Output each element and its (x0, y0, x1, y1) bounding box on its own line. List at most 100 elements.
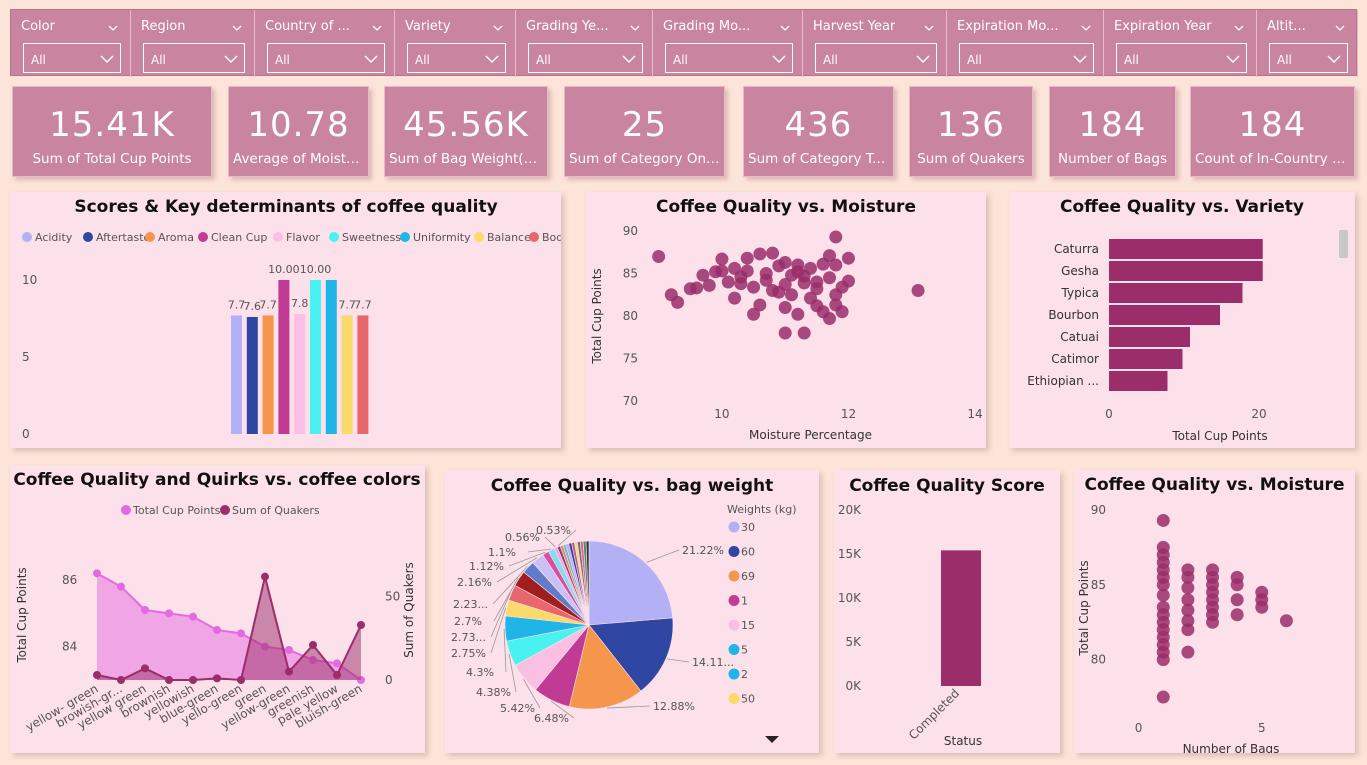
y-tick-label: 85 (1091, 578, 1106, 592)
data-label: 10.00 (268, 263, 300, 276)
data-point (1230, 578, 1244, 592)
variety-chart: Coffee Quality vs. Variety Caturra Gesha Ty… (1027, 197, 1348, 443)
filter-dropdown[interactable]: All (407, 43, 506, 73)
filter-value: All (967, 53, 982, 67)
chart-title: Scores & Key determinants of coffee qual… (74, 197, 497, 217)
slice-label: 2.7% (454, 615, 482, 628)
legend-marker (728, 595, 740, 606)
filter-title: Color (21, 19, 55, 34)
data-label: 7.7 (259, 298, 277, 311)
filter-dropdown[interactable]: All (1116, 43, 1247, 73)
filter-dropdown[interactable]: All (23, 43, 121, 73)
chevron-down-icon[interactable] (629, 19, 641, 31)
kpi-value: 25 (621, 105, 668, 145)
chevron-down-icon[interactable] (492, 19, 504, 31)
data-point (835, 305, 849, 319)
data-point (309, 641, 317, 649)
leader-line (607, 705, 651, 709)
x-tick-label: 5 (1258, 721, 1266, 735)
data-point (690, 281, 704, 295)
data-point (747, 280, 761, 294)
legend-label: Sweetness (342, 231, 401, 244)
legend-label: 50 (741, 693, 755, 706)
chevron-down-icon[interactable] (1334, 19, 1346, 31)
kpi-card: 15.41K Sum of Total Cup Points (12, 86, 212, 177)
y2-tick-label: 50 (385, 590, 400, 604)
kpi-value: 184 (1078, 105, 1147, 145)
data-point (778, 301, 792, 314)
y-tick-label: 0 (22, 427, 30, 441)
filter-dropdown[interactable]: All (528, 43, 643, 73)
legend-marker (474, 232, 484, 242)
data-point (911, 284, 925, 297)
data-point (237, 629, 245, 638)
kpi-label: Sum of Category Tw... (748, 151, 889, 167)
legend-label: Flavor (286, 231, 320, 244)
bar (941, 550, 981, 686)
filter-title: Region (141, 19, 186, 34)
data-point (797, 326, 811, 340)
legend-marker (145, 232, 155, 242)
leader-line (527, 548, 551, 553)
kpi-label: Average of Moistur... (233, 151, 364, 167)
legend-marker (728, 619, 740, 631)
chevron-down-icon[interactable] (1080, 19, 1092, 31)
category-label: Bourbon (1048, 308, 1099, 322)
slice-label: 2.73... (451, 631, 486, 644)
filter-dropdown[interactable]: All (815, 43, 937, 73)
quality-score-panel: Coffee Quality Score 0K 5K 10K 15K 20K Complet… (834, 470, 1060, 753)
legend-label: Balance (487, 231, 531, 244)
filter-dropdown[interactable]: All (143, 43, 245, 73)
legend-marker (728, 546, 740, 557)
scrollbar-thumb (1339, 230, 1348, 258)
data-point (728, 291, 742, 305)
y-tick-label: 5 (22, 350, 30, 364)
chevron-down-icon[interactable] (107, 19, 119, 31)
data-point (213, 626, 221, 634)
legend-marker (273, 232, 283, 242)
bar (1109, 239, 1263, 259)
slice-label: 4.38% (476, 686, 511, 699)
data-point (810, 275, 824, 289)
y-tick-label: 5K (845, 635, 862, 649)
filter-dropdown[interactable]: All (959, 43, 1094, 73)
y-tick-label: 10 (22, 273, 37, 287)
filter-slicer: Variety All (395, 10, 516, 77)
kpi-label: Number of Bags (1058, 151, 1167, 167)
legend-marker (400, 232, 410, 242)
data-point (1181, 581, 1195, 595)
chevron-down-icon[interactable] (371, 19, 383, 31)
more-arrow-icon (765, 736, 779, 743)
bar (278, 280, 290, 434)
bar (341, 315, 353, 434)
chevron-down-icon[interactable] (231, 19, 243, 31)
data-point (1230, 608, 1244, 622)
x-tick-label: 10 (714, 407, 729, 421)
chart-title: Coffee Quality and Quirks vs. coffee col… (13, 470, 420, 490)
filter-dropdown[interactable]: All (665, 43, 793, 73)
y-tick-label: 15K (838, 547, 862, 561)
filter-dropdown[interactable]: All (267, 43, 385, 73)
category-label: Typica (1061, 286, 1099, 300)
kpi-label: Sum of Bag Weight(kg) (389, 151, 543, 167)
leader-line (490, 607, 507, 654)
bar (1109, 349, 1183, 369)
category-label: Gesha (1061, 264, 1099, 278)
slice-label: 2.23... (453, 598, 488, 611)
y-tick-label: 10K (838, 591, 862, 605)
x-tick-label: 0 (1105, 407, 1113, 421)
y-tick-label: 86 (62, 573, 77, 587)
data-point (753, 247, 767, 261)
colors-area-chart: Coffee Quality and Quirks vs. coffee col… (13, 470, 420, 734)
category-label: Caturra (1054, 242, 1099, 256)
data-point (766, 246, 780, 260)
chevron-down-icon[interactable] (779, 19, 791, 31)
bar (1109, 371, 1168, 391)
chevron-down-icon[interactable] (1233, 19, 1245, 31)
chevron-down-icon[interactable] (923, 19, 935, 31)
filter-dropdown[interactable]: All (1269, 43, 1348, 73)
data-point (1156, 513, 1170, 527)
y-axis-label: Total Cup Points (1077, 560, 1091, 656)
data-point (93, 569, 101, 578)
bar (1109, 327, 1190, 347)
